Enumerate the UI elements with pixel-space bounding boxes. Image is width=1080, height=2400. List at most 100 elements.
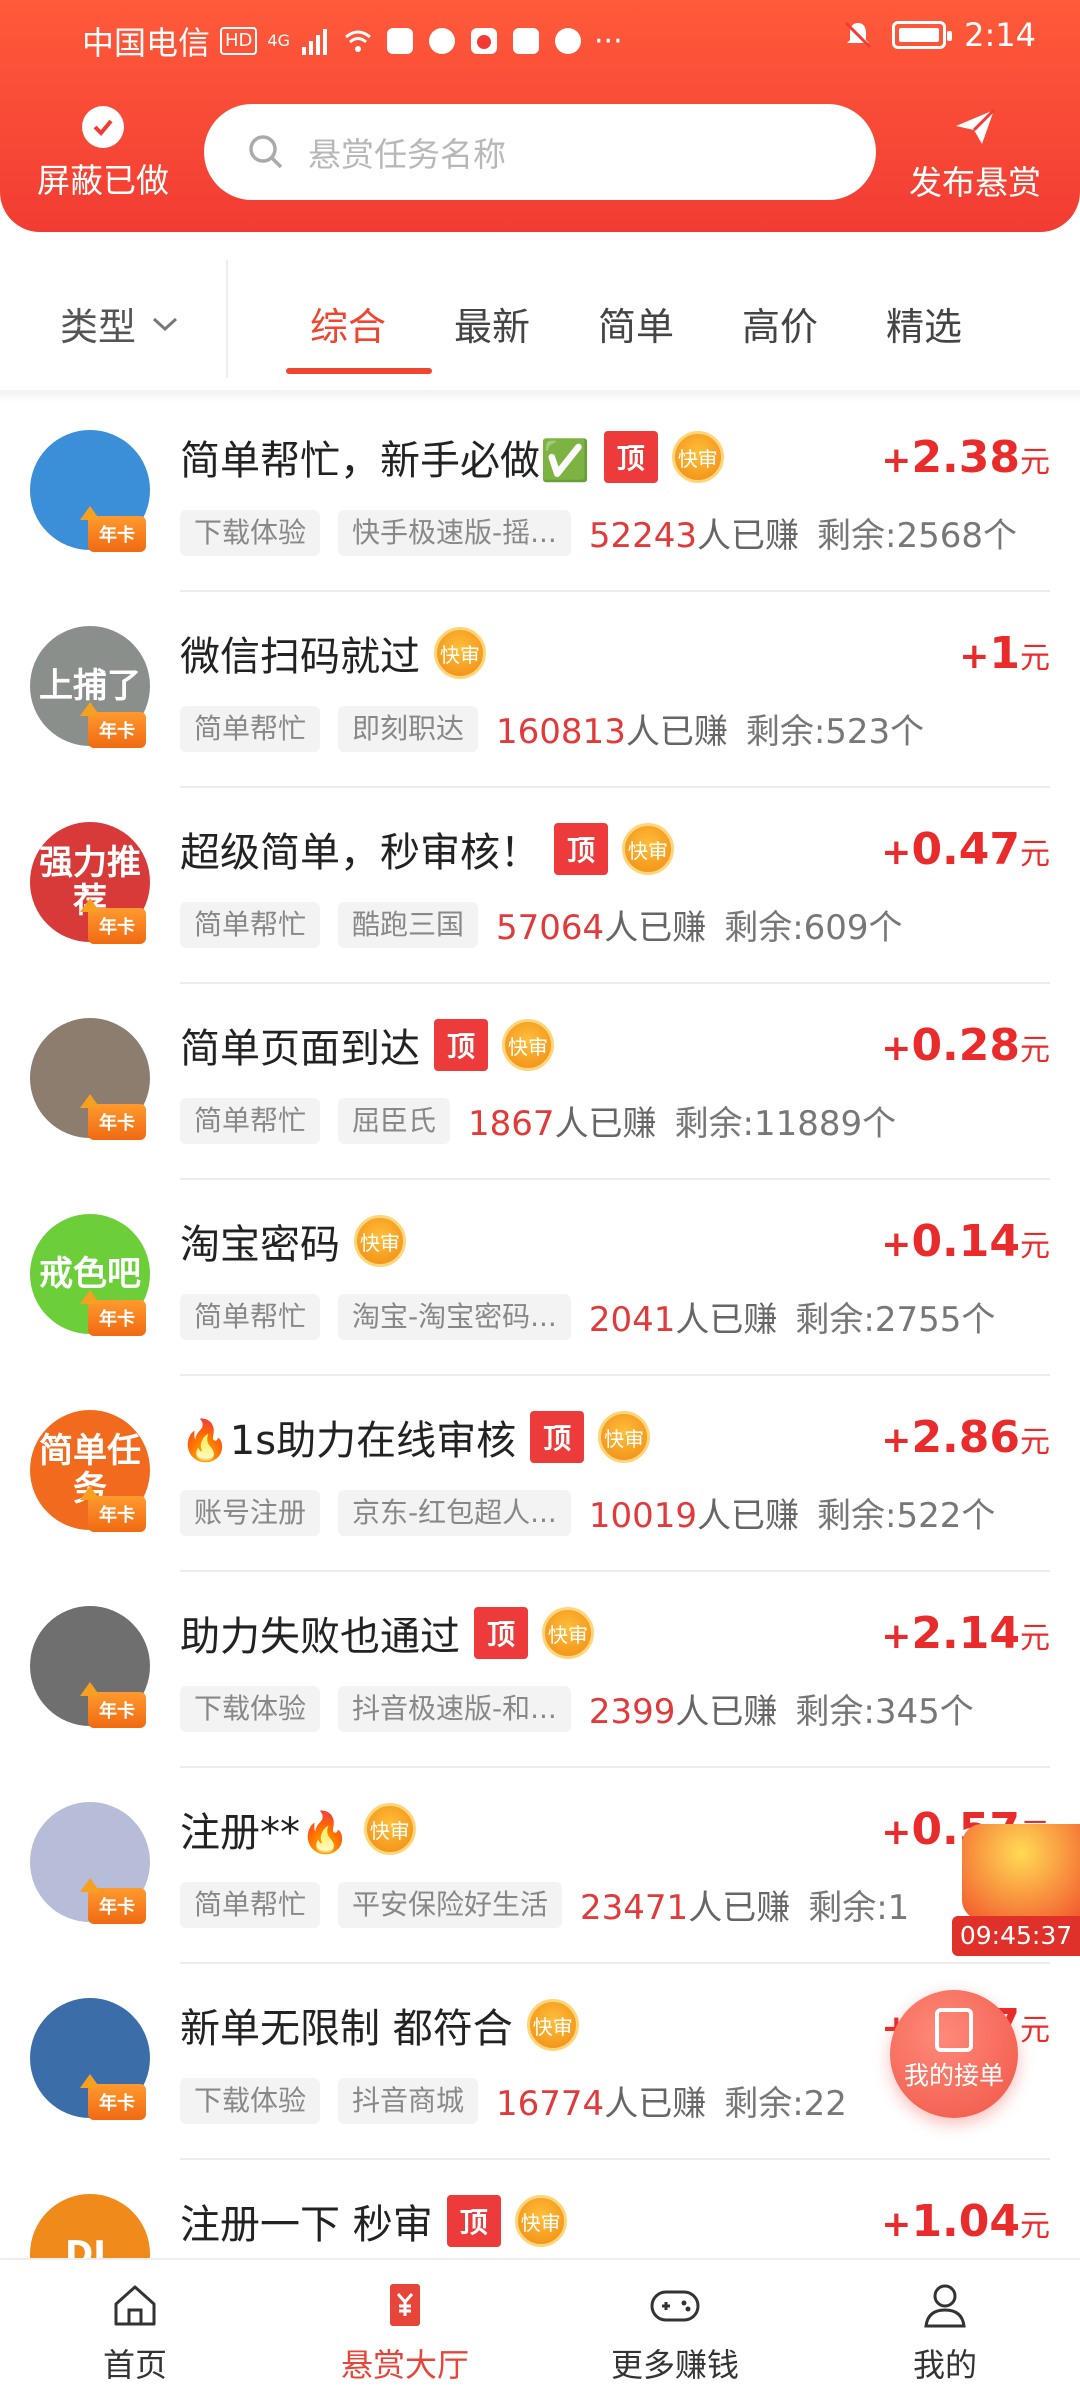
more-notifications: ··· xyxy=(594,23,623,59)
task-row[interactable]: 上捕了 年卡 微信扫码就过 快审 +1元 简单帮忙 即刻职达 160813人已赚 剩余:523个 xyxy=(0,592,1080,788)
price-value: 2.38 xyxy=(911,432,1020,483)
task-category-tag: 账号注册 xyxy=(180,1489,321,1536)
nav-me[interactable]: 我的 xyxy=(810,2260,1080,2400)
earned-suffix: 人已赚 xyxy=(688,1888,791,1928)
avatar-text: 上捕了 xyxy=(39,666,141,706)
check-icon xyxy=(82,106,124,148)
hd-badge: HD xyxy=(220,27,258,55)
top-badge: 顶 xyxy=(530,1411,585,1463)
battery-icon xyxy=(892,21,953,49)
remaining-count: 剩余:22 xyxy=(724,2084,847,2124)
top-badge: 顶 xyxy=(554,823,608,875)
price-value: 0.28 xyxy=(911,1020,1020,1071)
clipboard-icon xyxy=(935,2008,973,2052)
price-plus: + xyxy=(881,1224,912,1265)
price-unit: 元 xyxy=(1020,445,1050,480)
earned-suffix: 人已赚 xyxy=(675,1300,778,1340)
earned-count: 2399人已赚 xyxy=(589,1684,778,1733)
red-packet-float[interactable]: 09:45:37 xyxy=(952,1824,1080,1964)
earned-suffix: 人已赚 xyxy=(604,2084,707,2124)
earned-suffix: 人已赚 xyxy=(697,516,799,556)
task-title: 助力失败也通过 xyxy=(180,1614,460,1660)
tab-high-price[interactable]: 高价 xyxy=(742,296,818,351)
task-row[interactable]: DL年卡注册一下 秒审顶快审+1.04元 xyxy=(0,2160,1080,2258)
task-title: 超级简单，秒审核！ xyxy=(180,830,540,876)
price-unit: 元 xyxy=(1020,2013,1050,2048)
task-price: +0.47元 xyxy=(881,824,1050,875)
hide-done-toggle[interactable]: 屏蔽已做 xyxy=(28,106,178,202)
publish-label: 发布悬赏 xyxy=(909,163,1041,202)
nav-more-earn[interactable]: 更多赚钱 xyxy=(540,2260,810,2400)
price-plus: + xyxy=(881,440,912,481)
book-notification-icon xyxy=(513,28,539,54)
price-value: 0.14 xyxy=(911,1216,1020,1267)
task-meta: 简单帮忙 平安保险好生活 23471人已赚 剩余:1 xyxy=(180,1880,1050,1929)
tab-featured[interactable]: 精选 xyxy=(886,296,962,351)
task-meta: 简单帮忙 屈臣氏 1867人已赚 剩余:11889个 xyxy=(180,1096,1050,1145)
task-price: +0.28元 xyxy=(881,1020,1050,1071)
fast-review-badge: 快审 xyxy=(354,1215,406,1267)
earned-count: 10019人已赚 xyxy=(589,1488,799,1537)
year-card-badge: 年卡 xyxy=(80,2074,146,2120)
price-plus: + xyxy=(881,1028,912,1069)
price-unit: 元 xyxy=(1020,1425,1050,1460)
earned-count: 1867人已赚 xyxy=(468,1096,657,1145)
fast-review-badge: 快审 xyxy=(502,1019,554,1071)
type-dropdown[interactable]: 类型 xyxy=(60,296,180,351)
task-title-row: 简单页面到达顶快审 xyxy=(180,1016,554,1074)
task-row[interactable]: 年卡 简单页面到达顶快审 +0.28元 简单帮忙 屈臣氏 1867人已赚 剩余:11889个 xyxy=(0,984,1080,1180)
app-notification-icon xyxy=(387,28,413,54)
nav-reward-hall[interactable]: 悬赏大厅 xyxy=(270,2260,540,2400)
earned-suffix: 人已赚 xyxy=(625,712,728,752)
remaining-count: 剩余:2755个 xyxy=(795,1300,996,1340)
task-price: +0.14元 xyxy=(881,1216,1050,1267)
fast-review-badge: 快审 xyxy=(622,823,674,875)
task-row[interactable]: 简单任务年卡🔥1s助力在线审核顶快审+2.86元账号注册京东-红包超人...10… xyxy=(0,1376,1080,1572)
publish-reward-button[interactable]: 发布悬赏 xyxy=(900,104,1050,204)
tab-newest[interactable]: 最新 xyxy=(454,296,530,351)
reward-hall-icon xyxy=(378,2278,432,2332)
task-row[interactable]: 年卡 助力失败也通过顶快审 +2.14元 下载体验 抖音极速版-和... 2399人已赚剩… xyxy=(0,1572,1080,1768)
tab-comprehensive[interactable]: 综合 xyxy=(310,296,386,351)
earned-count: 57064人已赚 xyxy=(496,900,706,949)
active-tab-indicator xyxy=(286,368,432,374)
clock: 2:14 xyxy=(964,16,1036,54)
my-orders-button[interactable]: 我的接单 xyxy=(890,1990,1018,2118)
nav-home[interactable]: 首页 xyxy=(0,2260,270,2400)
task-app-tag: 淘宝-淘宝密码... xyxy=(338,1293,571,1340)
signal-icon xyxy=(302,29,327,55)
price-unit: 元 xyxy=(1020,1621,1050,1656)
price-plus: + xyxy=(959,636,990,677)
task-title: 🔥1s助力在线审核 xyxy=(180,1418,517,1464)
price-value: 1 xyxy=(989,628,1020,679)
task-row[interactable]: 年卡 简单帮忙，新手必做✅ 顶快审 +2.38元 下载体验 快手极速版-摇... 52243… xyxy=(0,396,1080,592)
tab-simple[interactable]: 简单 xyxy=(598,296,674,351)
task-category-tag: 下载体验 xyxy=(180,1685,321,1732)
task-title-row: 简单帮忙，新手必做✅ 顶快审 xyxy=(180,428,724,486)
gamepad-icon xyxy=(648,2278,702,2332)
task-row[interactable]: 戒色吧 年卡 淘宝密码 快审 +0.14元 简单帮忙 淘宝-淘宝密码... 2041人已赚 剩余… xyxy=(0,1180,1080,1376)
browser-notification-icon xyxy=(555,28,581,54)
task-list[interactable]: 年卡 简单帮忙，新手必做✅ 顶快审 +2.38元 下载体验 快手极速版-摇... 52243… xyxy=(0,396,1080,2258)
search-input[interactable]: 悬赏任务名称 xyxy=(204,104,876,200)
top-badge: 顶 xyxy=(434,1019,488,1071)
task-row[interactable]: 年卡注册**🔥快审+0.57元简单帮忙平安保险好生活23471人已赚剩余:1 xyxy=(0,1768,1080,1964)
fast-review-badge: 快审 xyxy=(363,1803,416,1855)
task-row[interactable]: 强力推荐年卡超级简单，秒审核！顶快审+0.47元简单帮忙酷跑三国57064人已赚… xyxy=(0,788,1080,984)
task-price: +1元 xyxy=(959,628,1050,679)
price-unit: 元 xyxy=(1020,837,1050,872)
remaining-count: 剩余:345个 xyxy=(795,1692,974,1732)
earned-suffix: 人已赚 xyxy=(697,1496,799,1536)
task-category-tag: 下载体验 xyxy=(180,509,321,556)
red-packet-icon xyxy=(962,1824,1080,1920)
task-avatar: DL xyxy=(30,2194,150,2258)
my-orders-label: 我的接单 xyxy=(903,2061,1004,2090)
top-badge: 顶 xyxy=(603,431,658,483)
fast-review-badge: 快审 xyxy=(514,2195,567,2247)
wifi-icon xyxy=(345,30,371,52)
remaining-count: 剩余:523个 xyxy=(745,712,925,752)
status-bar: 中国电信 HD 4G ··· 2:14 xyxy=(0,0,1080,72)
task-category-tag: 简单帮忙 xyxy=(180,1293,321,1340)
task-app-tag: 京东-红包超人... xyxy=(338,1489,571,1536)
task-app-tag: 快手极速版-摇... xyxy=(338,509,571,556)
